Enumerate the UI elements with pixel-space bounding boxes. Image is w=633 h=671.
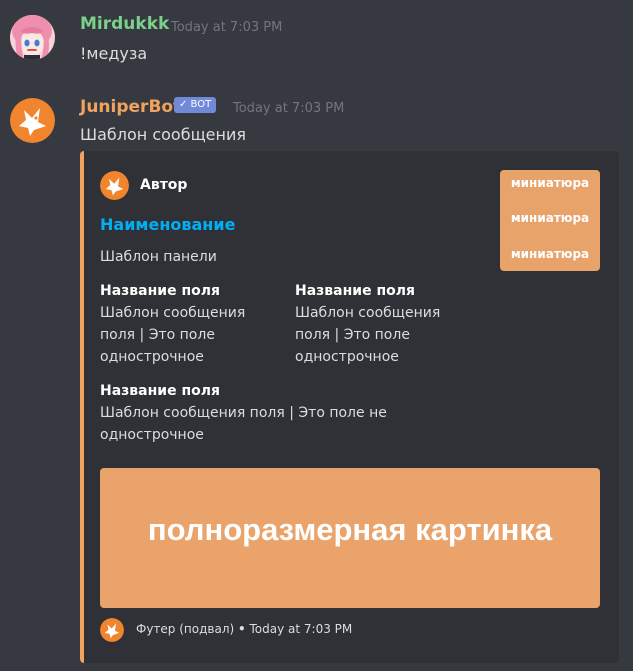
field-value: однострочное [100,427,204,443]
embed-field: Название поля Шаблон сообщения поля | Эт… [295,280,475,368]
timestamp: Today at 7:03 PM [233,101,345,116]
footer-icon [100,618,124,642]
embed-description: Шаблон панели [100,249,217,265]
field-value: Шаблон сообщения поля | Это поле не [100,405,387,421]
footer-label: Футер (подвал) [136,622,235,636]
field-value: поля | Это поле [295,327,410,343]
username[interactable]: JuniperBot [80,97,181,117]
embed-image[interactable]: полноразмерная картинка [100,468,600,608]
thumbnail-text: миниатюра [510,211,590,225]
field-value: Шаблон сообщения [100,305,246,321]
embed-thumbnail[interactable]: миниатюра миниатюра миниатюра [500,170,600,271]
embed-field: Название поля Шаблон сообщения поля | Эт… [100,280,280,368]
embed-title[interactable]: Наименование [100,215,235,234]
rich-embed: Автор Наименование Шаблон панели миниатю… [80,151,619,663]
timestamp: Today at 7:03 PM [171,20,283,35]
field-value: однострочное [100,349,204,365]
message-content: Шаблон сообщения [80,125,246,144]
user-avatar[interactable] [10,15,55,60]
field-name: Название поля [100,283,220,299]
embed-author[interactable]: Автор [140,177,187,193]
footer-separator: • [238,622,246,636]
field-value: поля | Это поле [100,327,215,343]
bot-badge: ✓ BOT [174,97,217,113]
field-name: Название поля [100,383,220,399]
username[interactable]: Mirdukkk [80,14,169,34]
bot-avatar[interactable] [10,98,55,143]
field-value: Шаблон сообщения [295,305,441,321]
message-mirdukkk: Mirdukkk Today at 7:03 PM !медуза [0,0,633,80]
field-value: однострочное [295,349,399,365]
field-name: Название поля [295,283,415,299]
message-content: !медуза [80,44,148,63]
author-icon [100,171,129,200]
footer-timestamp: Today at 7:03 PM [249,622,353,636]
embed-footer: Футер (подвал) • Today at 7:03 PM [136,622,352,636]
thumbnail-text: миниатюра [510,176,590,190]
thumbnail-text: миниатюра [510,247,590,261]
embed-field: Название поля Шаблон сообщения поля | Эт… [100,380,500,446]
